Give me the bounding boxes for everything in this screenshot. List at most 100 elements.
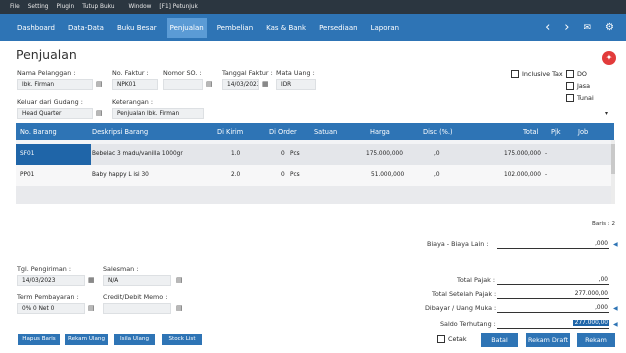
- dibayar-label: Dibayar / Uang Muka :: [425, 304, 497, 312]
- menu-setting[interactable]: Setting: [28, 4, 49, 10]
- checkbox-box[interactable]: [566, 70, 574, 78]
- menu-window[interactable]: Window: [129, 4, 152, 10]
- tanggal-faktur-field[interactable]: 14/03/2023: [222, 79, 259, 90]
- cell-pjk[interactable]: -: [545, 151, 547, 157]
- credit-debit-field[interactable]: [103, 303, 171, 314]
- cell-total[interactable]: 175.000,000: [504, 151, 541, 157]
- checkbox-box[interactable]: [566, 94, 574, 102]
- nav-pembelian[interactable]: Pembelian: [214, 18, 256, 38]
- back-icon[interactable]: ‹: [545, 20, 550, 35]
- triangle-left-icon[interactable]: ◀: [613, 241, 618, 248]
- lookup-icon[interactable]: ▤: [176, 276, 183, 284]
- rekam-ulang-button[interactable]: Rekam Ulang: [65, 334, 108, 345]
- nomor-so-field[interactable]: [163, 79, 203, 90]
- checkbox-box[interactable]: [437, 335, 445, 343]
- cell-dikirim[interactable]: 2.0: [231, 172, 240, 178]
- stock-list-button[interactable]: Stock List: [162, 334, 202, 345]
- nav-dashboard[interactable]: Dashboard: [14, 18, 58, 38]
- rekam-button[interactable]: Rekam: [577, 333, 615, 347]
- tgl-pengiriman-field[interactable]: 14/03/2023: [17, 275, 85, 286]
- cell-desc[interactable]: Baby happy L isi 30: [92, 172, 149, 178]
- do-checkbox[interactable]: DO: [566, 70, 587, 78]
- mata-uang-field[interactable]: IDR: [276, 79, 316, 90]
- col-disc[interactable]: Disc (%.): [423, 128, 453, 136]
- cell-pjk[interactable]: -: [545, 172, 547, 178]
- nav-kas-bank[interactable]: Kas & Bank: [263, 18, 309, 38]
- mail-icon[interactable]: ✉: [583, 23, 591, 33]
- no-faktur-field[interactable]: NPK01: [112, 79, 158, 90]
- jasa-label: Jasa: [577, 82, 591, 90]
- salesman-field[interactable]: N/A: [103, 275, 171, 286]
- lookup-icon[interactable]: ▤: [96, 109, 103, 117]
- col-no-barang[interactable]: No. Barang: [20, 128, 57, 136]
- col-di-order[interactable]: Di Order: [269, 128, 297, 136]
- col-pjk[interactable]: Pjk: [551, 128, 561, 136]
- cell-diorder[interactable]: 0: [281, 151, 285, 157]
- inclusive-tax-checkbox[interactable]: Inclusive Tax: [511, 70, 563, 78]
- nav-data-data[interactable]: Data-Data: [65, 18, 107, 38]
- cell-disc[interactable]: ,0: [434, 151, 440, 157]
- lookup-icon[interactable]: ▤: [96, 80, 103, 88]
- nav-persediaan[interactable]: Persediaan: [316, 18, 361, 38]
- lookup-icon[interactable]: ▤: [176, 304, 183, 312]
- col-job[interactable]: Job: [578, 128, 588, 136]
- cell-disc[interactable]: ,0: [434, 172, 440, 178]
- col-di-kirim[interactable]: Di Kirim: [217, 128, 243, 136]
- biaya-lain-value[interactable]: ,000: [568, 241, 608, 247]
- lookup-icon[interactable]: ▤: [206, 80, 213, 88]
- isi-ulang-button[interactable]: Isila Ulang: [114, 334, 155, 345]
- cell-no[interactable]: PP01: [20, 172, 34, 178]
- cell-dikirim[interactable]: 1.0: [231, 151, 240, 157]
- cell-diorder[interactable]: 0: [281, 172, 285, 178]
- cell-desc[interactable]: Bebelac 3 madu/vanilla 1000gr: [92, 151, 183, 157]
- menu-tutup-buku[interactable]: Tutup Buku: [82, 4, 114, 10]
- col-total[interactable]: Total: [523, 128, 538, 136]
- nav-right-tools: ‹ › ✉ ⚙: [545, 14, 614, 41]
- cell-satuan[interactable]: Pcs: [290, 151, 300, 157]
- hapus-baris-button[interactable]: Hapus Baris: [18, 334, 60, 345]
- tunai-checkbox[interactable]: Tunai: [566, 94, 594, 102]
- table-scrollbar[interactable]: [611, 140, 615, 204]
- cell-harga[interactable]: 51.000,000: [371, 172, 404, 178]
- col-deskripsi[interactable]: Deskripsi Barang: [92, 128, 148, 136]
- saldo-terhutang-value[interactable]: 277.000,00: [573, 320, 609, 326]
- col-harga[interactable]: Harga: [370, 128, 390, 136]
- cell-no[interactable]: SF01: [20, 151, 34, 157]
- keterangan-field[interactable]: Penjualan Ibk. Firman: [112, 108, 204, 119]
- checkbox-box[interactable]: [511, 70, 519, 78]
- pin-icon[interactable]: ✦: [602, 51, 616, 65]
- nav-penjualan[interactable]: Penjualan: [166, 17, 207, 38]
- scroll-thumb[interactable]: [611, 144, 615, 174]
- dibayar-value[interactable]: ,000: [568, 305, 608, 311]
- rekam-draft-button[interactable]: Rekam Draft: [526, 333, 570, 347]
- triangle-left-icon[interactable]: ◀: [613, 321, 618, 328]
- cell-total[interactable]: 102.000,000: [504, 172, 541, 178]
- triangle-left-icon[interactable]: ◀: [613, 305, 618, 312]
- cetak-checkbox[interactable]: Cetak: [437, 335, 467, 343]
- tanggal-faktur-label: Tanggal Faktur :: [222, 69, 273, 77]
- calendar-icon[interactable]: ▦: [88, 276, 95, 284]
- menu-plugin[interactable]: Plugin: [56, 4, 74, 10]
- cell-harga[interactable]: 175.000,000: [366, 151, 403, 157]
- col-satuan[interactable]: Satuan: [314, 128, 337, 136]
- menu-bar: File Setting Plugin Tutup Buku Window [F…: [0, 0, 626, 14]
- table-row-empty[interactable]: [16, 186, 614, 204]
- jasa-checkbox[interactable]: Jasa: [566, 82, 590, 90]
- table-row[interactable]: SF01 Bebelac 3 madu/vanilla 1000gr 1.0 0…: [16, 144, 614, 165]
- term-pembayaran-field[interactable]: 0% 0 Net 0: [17, 303, 85, 314]
- lookup-icon[interactable]: ▤: [88, 304, 95, 312]
- batal-button[interactable]: Batal: [481, 333, 518, 347]
- calendar-icon[interactable]: ▦: [262, 80, 269, 88]
- menu-petunjuk[interactable]: [F1] Petunjuk: [159, 4, 198, 10]
- checkbox-box[interactable]: [566, 82, 574, 90]
- table-row[interactable]: PP01 Baby happy L isi 30 2.0 0 Pcs 51.00…: [16, 165, 614, 186]
- nav-buku-besar[interactable]: Buku Besar: [114, 18, 160, 38]
- cell-satuan[interactable]: Pcs: [290, 172, 300, 178]
- forward-icon[interactable]: ›: [564, 20, 569, 35]
- menu-file[interactable]: File: [10, 4, 20, 10]
- expand-caret-icon[interactable]: ▾: [605, 110, 608, 117]
- nama-pelanggan-field[interactable]: Ibk. Firman: [17, 79, 93, 90]
- settings-icon[interactable]: ⚙: [605, 22, 614, 33]
- nav-laporan[interactable]: Laporan: [368, 18, 403, 38]
- gudang-field[interactable]: Head Quarter: [17, 108, 93, 119]
